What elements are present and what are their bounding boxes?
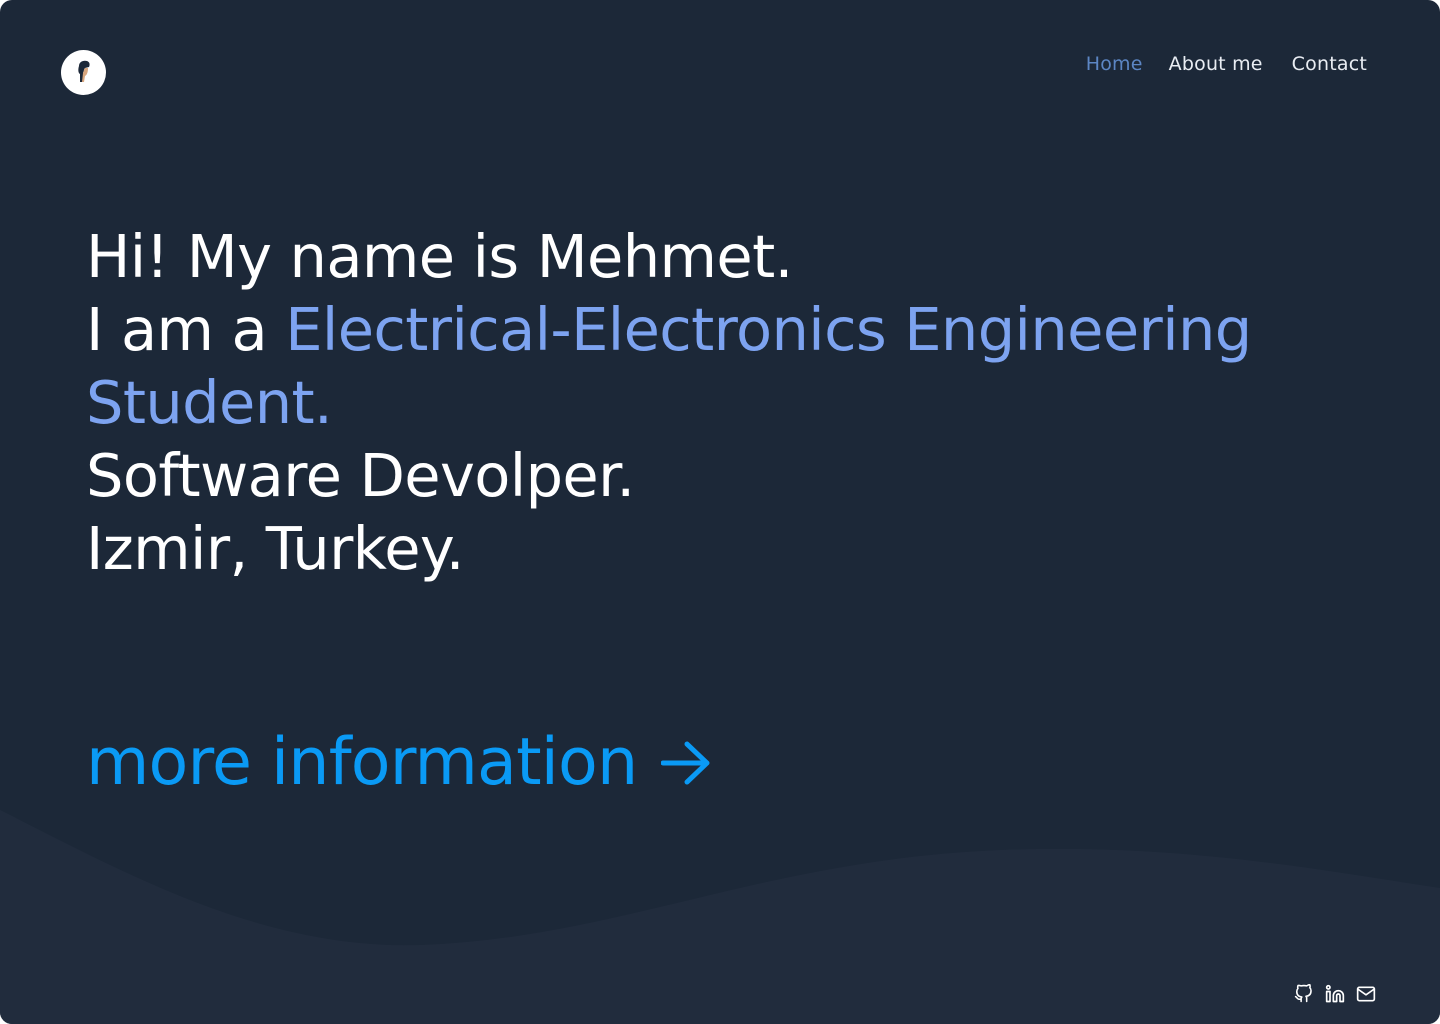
mail-link[interactable] [1355,983,1376,1004]
github-icon [1294,984,1312,1003]
more-information-link[interactable]: more information [86,725,711,800]
arrow-right-icon [661,741,710,784]
mail-icon [1356,986,1375,1001]
nav-contact-link[interactable]: Contact [1292,53,1367,75]
page-frame: Home About me Contact Hi! My name is Meh… [0,0,1440,1024]
more-information-label: more information [86,725,638,800]
nav-about-link[interactable]: About me [1169,53,1263,75]
github-link[interactable] [1293,983,1314,1004]
avatar-logo[interactable] [61,50,106,95]
hero-software-line: Software Devolper. [86,441,635,510]
nav-home-link[interactable]: Home [1086,53,1143,75]
social-links [1293,983,1376,1004]
hero-role-prefix: I am a [86,295,286,364]
hero-role-line: I am a Electrical-Electronics Engineerin… [86,293,1286,366]
hero-role-accent-continued: Student. [86,368,333,437]
hero-location-line: Izmir, Turkey. [86,514,465,583]
linkedin-link[interactable] [1324,983,1345,1004]
hero-greeting: Hi! My name is Mehmet. [86,222,793,291]
linkedin-icon [1325,984,1344,1002]
avatar-icon [77,60,90,82]
hero-intro: Hi! My name is Mehmet. I am a Electrical… [86,220,1286,585]
main-nav: Home About me Contact [1086,53,1367,75]
hero-role-accent: Electrical-Electronics Engineering [285,295,1252,364]
